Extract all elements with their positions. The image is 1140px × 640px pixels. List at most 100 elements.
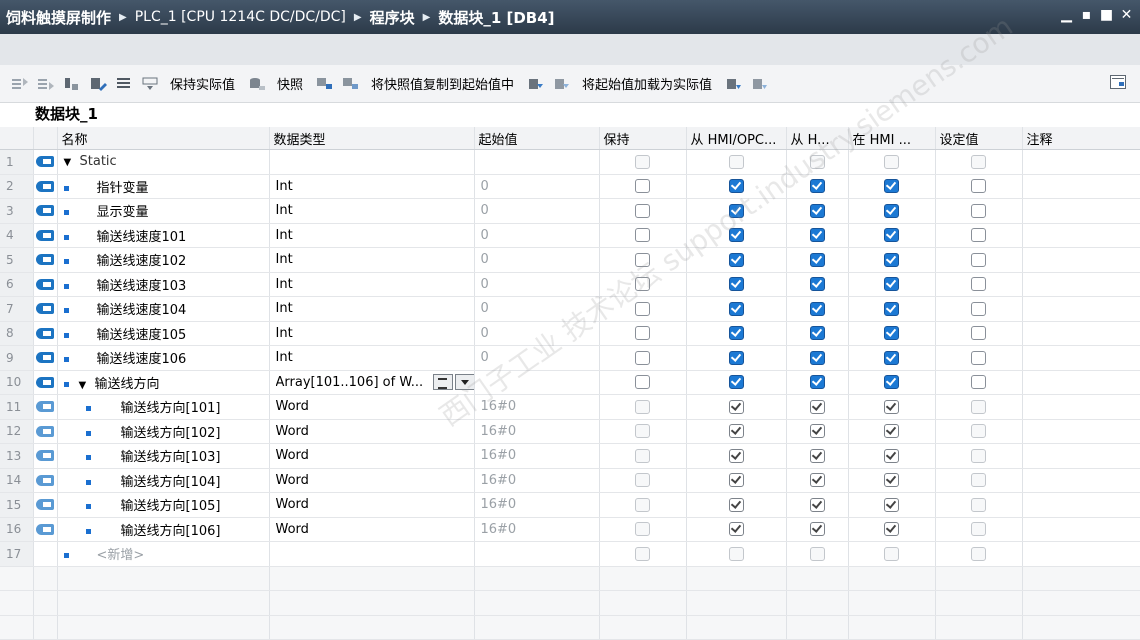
from-h-checkbox[interactable] <box>786 149 849 175</box>
table-row[interactable]: 16 输送线方向[106] Word 16#0 <box>0 517 1140 542</box>
expand-icon[interactable] <box>62 74 82 94</box>
row-comment[interactable] <box>1022 394 1140 420</box>
table-row[interactable]: 9 输送线速度106 Int 0 <box>0 345 1140 371</box>
retain-checkbox[interactable] <box>599 174 687 199</box>
snapshot-all-icon[interactable] <box>341 74 361 94</box>
row-start[interactable]: 0 <box>474 198 600 224</box>
restore-icon[interactable]: ▪ <box>1079 7 1094 23</box>
row-name[interactable]: 显示变量 <box>57 198 270 224</box>
header-in-hmi[interactable]: 在 HMI ... <box>848 127 936 150</box>
setpoint-checkbox[interactable] <box>935 321 1023 346</box>
setpoint-checkbox[interactable] <box>935 174 1023 199</box>
snapshot-icon[interactable] <box>315 74 335 94</box>
hmi-opc-checkbox[interactable] <box>686 149 787 175</box>
row-comment[interactable] <box>1022 419 1140 444</box>
table-row[interactable]: 6 输送线速度103 Int 0 <box>0 272 1140 297</box>
list-icon[interactable] <box>114 74 134 94</box>
setpoint-checkbox[interactable] <box>935 492 1023 518</box>
from-h-checkbox[interactable] <box>786 247 849 273</box>
row-type[interactable] <box>269 149 475 175</box>
row-start[interactable]: 0 <box>474 321 600 346</box>
array-type-text[interactable]: Array[101..106] of W... <box>276 375 431 390</box>
in-hmi-checkbox[interactable] <box>848 247 936 273</box>
setpoint-checkbox[interactable] <box>935 517 1023 542</box>
hmi-opc-checkbox[interactable] <box>686 321 787 346</box>
copy-start-all-icon[interactable] <box>552 74 572 94</box>
hmi-opc-checkbox[interactable] <box>686 443 787 469</box>
hmi-opc-checkbox[interactable] <box>686 394 787 420</box>
in-hmi-checkbox[interactable] <box>848 198 936 224</box>
header-setpoint[interactable]: 设定值 <box>935 127 1023 150</box>
table-row[interactable]: 5 输送线速度102 Int 0 <box>0 247 1140 273</box>
row-type[interactable]: Int <box>269 321 475 346</box>
row-comment[interactable] <box>1022 492 1140 518</box>
header-retain[interactable]: 保持 <box>599 127 687 150</box>
retain-checkbox[interactable] <box>599 345 687 371</box>
row-type[interactable]: Int <box>269 174 475 199</box>
row-comment[interactable] <box>1022 247 1140 273</box>
in-hmi-checkbox[interactable] <box>848 272 936 297</box>
setpoint-checkbox[interactable] <box>935 541 1023 567</box>
from-h-checkbox[interactable] <box>786 272 849 297</box>
row-name[interactable]: 输送线速度102 <box>57 247 270 273</box>
hmi-opc-checkbox[interactable] <box>686 541 787 567</box>
table-row[interactable]: 11 输送线方向[101] Word 16#0 <box>0 394 1140 420</box>
from-h-checkbox[interactable] <box>786 492 849 518</box>
retain-checkbox[interactable] <box>599 198 687 224</box>
hmi-opc-checkbox[interactable] <box>686 272 787 297</box>
maximize-icon[interactable]: ■ <box>1099 7 1114 23</box>
row-start[interactable]: 16#0 <box>474 492 600 518</box>
from-h-checkbox[interactable] <box>786 541 849 567</box>
in-hmi-checkbox[interactable] <box>848 370 936 395</box>
from-h-checkbox[interactable] <box>786 370 849 395</box>
add-new-label[interactable]: <新增> <box>97 548 145 563</box>
from-h-checkbox[interactable] <box>786 198 849 224</box>
row-start[interactable]: 0 <box>474 247 600 273</box>
hmi-opc-checkbox[interactable] <box>686 419 787 444</box>
retain-checkbox[interactable] <box>599 149 687 175</box>
collapse-icon[interactable]: ▼ <box>79 380 87 391</box>
setpoint-checkbox[interactable] <box>935 345 1023 371</box>
hmi-opc-checkbox[interactable] <box>686 223 787 248</box>
row-type[interactable]: Int <box>269 296 475 322</box>
db-icon[interactable] <box>247 74 267 94</box>
from-h-checkbox[interactable] <box>786 321 849 346</box>
hmi-opc-checkbox[interactable] <box>686 370 787 395</box>
row-comment[interactable] <box>1022 174 1140 199</box>
row-comment[interactable] <box>1022 223 1140 248</box>
row-comment[interactable] <box>1022 198 1140 224</box>
load-actual-icon[interactable] <box>724 74 744 94</box>
row-type[interactable]: Int <box>269 198 475 224</box>
row-type[interactable]: Word <box>269 517 475 542</box>
panel-toggle-icon[interactable] <box>1110 75 1126 93</box>
row-name[interactable]: 输送线方向[106] <box>57 517 270 542</box>
row-name[interactable]: 输送线速度106 <box>57 345 270 371</box>
breadcrumb-project[interactable]: 饲料触摸屏制作 <box>6 7 111 28</box>
retain-checkbox[interactable] <box>599 443 687 469</box>
retain-checkbox[interactable] <box>599 394 687 420</box>
in-hmi-checkbox[interactable] <box>848 345 936 371</box>
from-h-checkbox[interactable] <box>786 345 849 371</box>
row-type[interactable]: Word <box>269 443 475 469</box>
row-type[interactable]: Word <box>269 394 475 420</box>
row-comment[interactable] <box>1022 272 1140 297</box>
load-start-button[interactable]: 将起始值加载为实际值 <box>582 74 712 93</box>
setpoint-checkbox[interactable] <box>935 296 1023 322</box>
row-comment[interactable] <box>1022 370 1140 395</box>
row-comment[interactable] <box>1022 541 1140 567</box>
setpoint-checkbox[interactable] <box>935 468 1023 493</box>
row-start[interactable]: 0 <box>474 223 600 248</box>
row-name[interactable]: 输送线方向[102] <box>57 419 270 444</box>
breadcrumb-datablock[interactable]: 数据块_1 [DB4] <box>438 7 554 28</box>
retain-checkbox[interactable] <box>599 492 687 518</box>
setpoint-checkbox[interactable] <box>935 149 1023 175</box>
row-type[interactable]: Word <box>269 419 475 444</box>
breadcrumb-program-blocks[interactable]: 程序块 <box>370 7 415 28</box>
retain-checkbox[interactable] <box>599 247 687 273</box>
in-hmi-checkbox[interactable] <box>848 419 936 444</box>
row-start[interactable] <box>474 541 600 567</box>
table-row[interactable]: 14 输送线方向[104] Word 16#0 <box>0 468 1140 493</box>
hmi-opc-checkbox[interactable] <box>686 198 787 224</box>
monitor-icon[interactable] <box>140 74 160 94</box>
setpoint-checkbox[interactable] <box>935 443 1023 469</box>
